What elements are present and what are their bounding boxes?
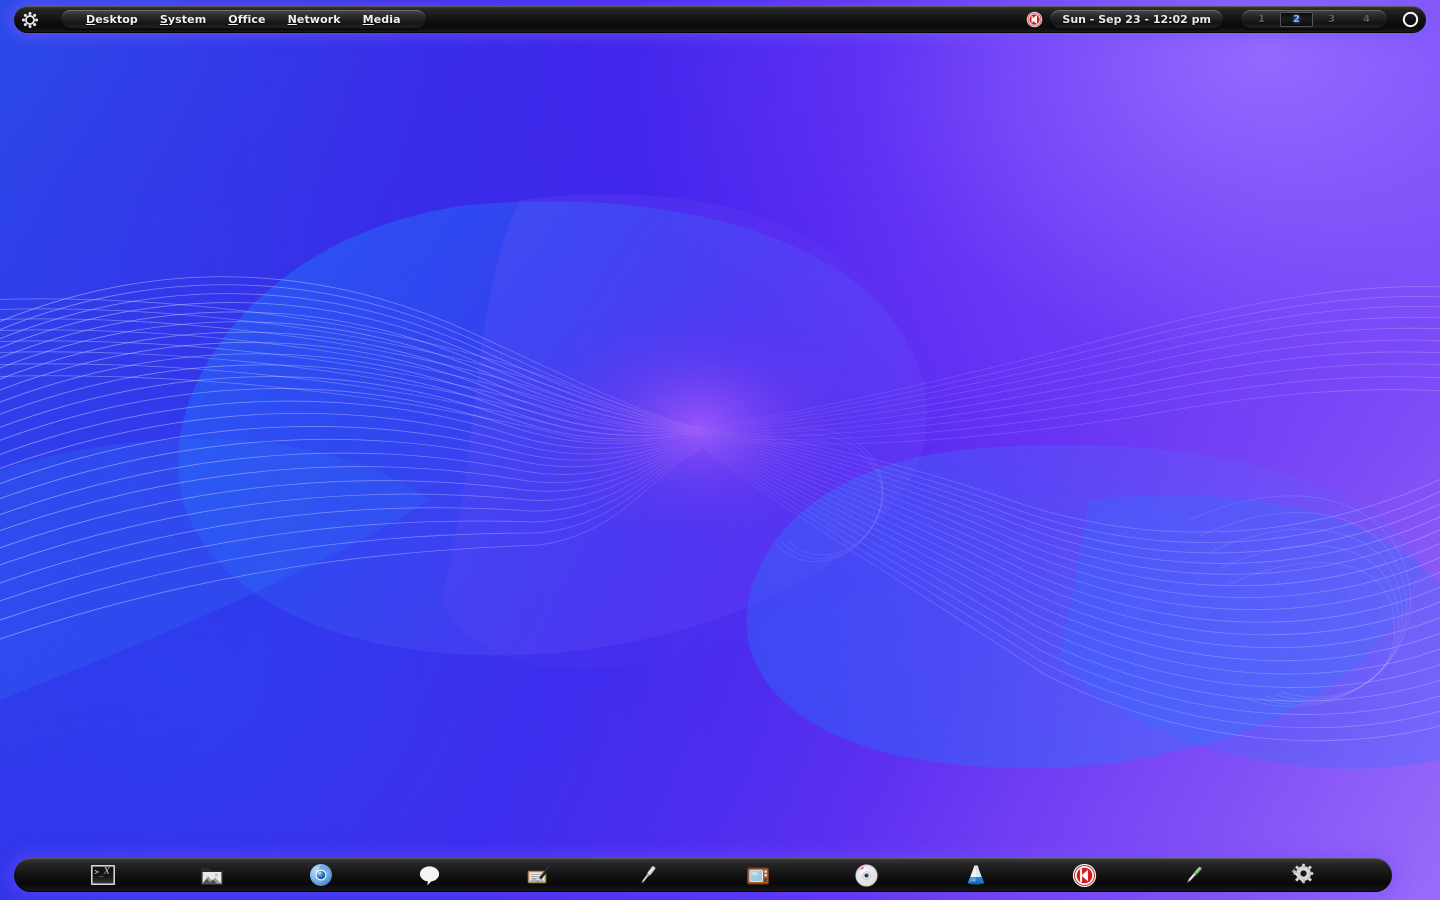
svg-text:X: X <box>103 867 110 876</box>
top-panel: Desktop System Office Network Media Sun … <box>14 6 1426 33</box>
media-player-icon[interactable] <box>1070 861 1100 889</box>
pager-desktop-4[interactable]: 4 <box>1350 12 1383 27</box>
text-editor-icon[interactable] <box>524 861 554 889</box>
menu-accel-system: S <box>159 13 168 26</box>
menu-label-desktop: esktop <box>95 13 138 26</box>
chat-bubble-icon[interactable] <box>415 861 445 889</box>
media-player-tray-icon[interactable] <box>1024 10 1044 30</box>
terminal-icon[interactable]: >_ X <box>88 861 118 889</box>
menu-label-media: edia <box>373 13 401 26</box>
panel-right-area: Sun - Sep 23 - 12:02 pm 1 2 3 4 <box>1024 6 1426 33</box>
gear-icon[interactable] <box>19 9 41 31</box>
clock[interactable]: Sun - Sep 23 - 12:02 pm <box>1050 10 1223 29</box>
main-menu-bar: Desktop System Office Network Media <box>61 10 426 29</box>
eyedropper-icon[interactable] <box>1179 861 1209 889</box>
menu-item-media[interactable]: Media <box>352 13 412 26</box>
desktop-pager: 1 2 3 4 <box>1241 10 1387 29</box>
menu-item-office[interactable]: Office <box>217 13 276 26</box>
menu-label-network: etwork <box>296 13 341 26</box>
menu-accel-network: N <box>287 13 297 26</box>
menu-accel-office: O <box>228 13 238 26</box>
menu-accel-media: M <box>362 13 374 26</box>
file-manager-icon[interactable] <box>197 861 227 889</box>
menu-item-desktop[interactable]: Desktop <box>75 13 149 26</box>
menu-accel-desktop: D <box>86 13 96 26</box>
menu-item-system[interactable]: System <box>149 13 217 26</box>
settings-gear-wrench-icon[interactable] <box>1288 861 1318 889</box>
wallpaper-artwork <box>0 194 1440 769</box>
television-icon[interactable] <box>743 861 773 889</box>
pager-desktop-1[interactable]: 1 <box>1245 12 1278 27</box>
chromium-browser-icon[interactable] <box>306 861 336 889</box>
screwdriver-icon[interactable] <box>633 861 663 889</box>
cd-burner-icon[interactable] <box>852 861 882 889</box>
pager-desktop-3[interactable]: 3 <box>1315 12 1348 27</box>
pager-desktop-2[interactable]: 2 <box>1280 12 1313 27</box>
menu-label-system: ystem <box>167 13 207 26</box>
power-circle-icon[interactable] <box>1399 9 1421 31</box>
menu-label-office: ffice <box>237 13 266 26</box>
application-dock: >_ X <box>14 858 1392 892</box>
vlc-cone-icon[interactable] <box>961 861 991 889</box>
desktop-root[interactable]: Desktop System Office Network Media Sun … <box>0 0 1440 900</box>
menu-item-network[interactable]: Network <box>277 13 352 26</box>
